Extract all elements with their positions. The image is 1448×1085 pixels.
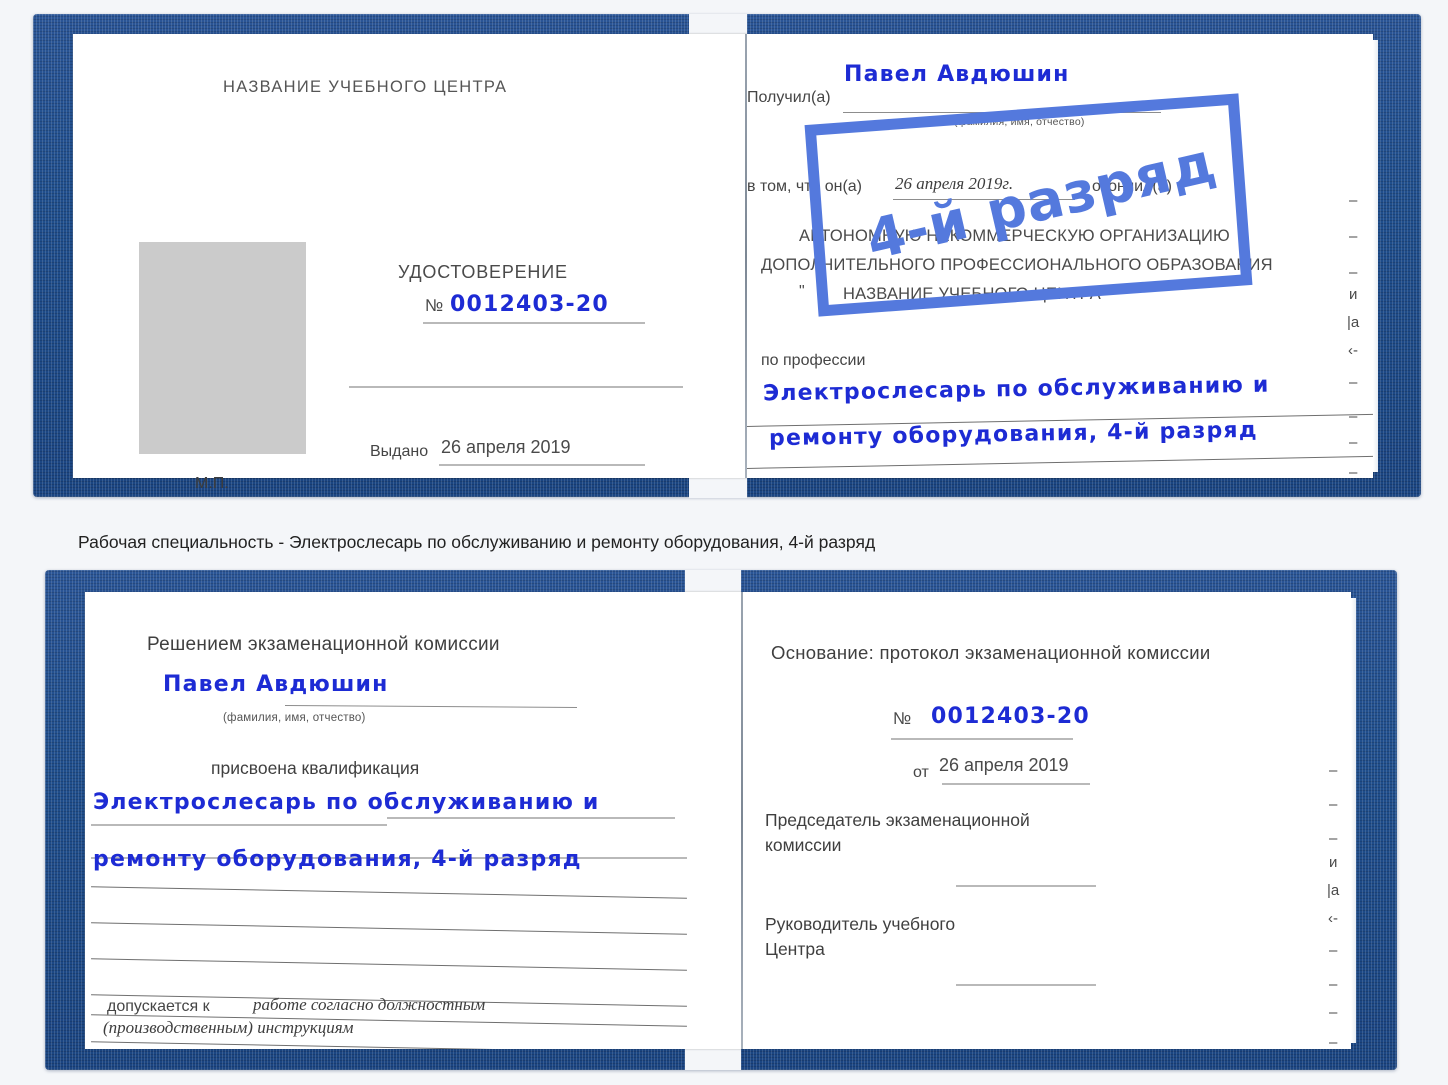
edge-fragment: – bbox=[1349, 228, 1358, 245]
edge-fragment: – bbox=[1329, 762, 1338, 779]
certificate-bottom: Решением экзаменационной комиссии Павел … bbox=[45, 570, 1397, 1070]
edge-fragment: – bbox=[1349, 374, 1358, 391]
org-quote-open: " bbox=[799, 283, 805, 300]
finish-date-rule bbox=[893, 199, 1075, 200]
student-name-rule bbox=[285, 704, 577, 709]
udostoverenie-title: УДОСТОВЕРЕНИЕ bbox=[398, 262, 568, 282]
blank-rule-2 bbox=[91, 922, 687, 935]
bottom-right-page: Основание: протокол экзаменационной коми… bbox=[743, 592, 1351, 1049]
blank-rule-1 bbox=[91, 886, 687, 899]
admitted-rule-2 bbox=[91, 1041, 687, 1049]
image-caption: Рабочая специальность - Электрослесарь п… bbox=[78, 532, 876, 552]
chairman-signature-rule bbox=[956, 885, 1096, 887]
org-line-1: АВТОНОМНУЮ НЕКОММЕРЧЕСКУЮ ОРГАНИЗАЦИЮ bbox=[799, 227, 1230, 245]
org-quote-close: " bbox=[1181, 283, 1187, 300]
finish-date-value: 26 апреля 2019г. bbox=[895, 174, 1014, 193]
issued-label: Выдано bbox=[370, 443, 429, 460]
spine-notch-top bbox=[689, 14, 747, 36]
edge-fragment: и bbox=[1329, 854, 1338, 871]
certificate-pages-bottom: Решением экзаменационной комиссии Павел … bbox=[85, 592, 1356, 1051]
edge-fragment: – bbox=[1349, 192, 1358, 209]
protocol-number-value: 0012403-20 bbox=[931, 704, 1090, 729]
edge-fragment: – bbox=[1349, 408, 1358, 425]
profession-label: по профессии bbox=[761, 352, 866, 369]
fio-hint-top: (фамилия, имя, отчество) bbox=[954, 116, 1085, 128]
edge-fragment: – bbox=[1329, 830, 1338, 847]
qualification-line-1: Электрослесарь по обслуживанию и bbox=[93, 790, 600, 815]
protocol-number-label: № bbox=[893, 709, 912, 728]
director-line-2: Центра bbox=[765, 939, 825, 959]
edge-fragment: – bbox=[1329, 1034, 1338, 1051]
in-that-label: в том, что он(а) bbox=[747, 178, 862, 195]
profession-line-2: ремонту оборудования, 4-й разряд bbox=[768, 417, 1258, 452]
director-line-1: Руководитель учебного bbox=[765, 914, 956, 934]
edge-fragment: |а bbox=[1327, 882, 1340, 899]
top-left-page: НАЗВАНИЕ УЧЕБНОГО ЦЕНТРА УДОСТОВЕРЕНИЕ №… bbox=[73, 34, 745, 492]
edge-fragment: – bbox=[1329, 976, 1338, 993]
seal-place-label: М.П. bbox=[195, 475, 229, 492]
received-value: Павел Авдюшин bbox=[844, 62, 1070, 87]
issued-value: 26 апреля 2019 bbox=[441, 437, 571, 457]
edge-fragment: – bbox=[1349, 264, 1358, 281]
certificate-top: НАЗВАНИЕ УЧЕБНОГО ЦЕНТРА УДОСТОВЕРЕНИЕ №… bbox=[33, 14, 1421, 498]
certificate-number-label: № bbox=[425, 296, 444, 315]
qualification-rule-1 bbox=[91, 824, 387, 826]
fio-hint-bottom: (фамилия, имя, отчество) bbox=[223, 712, 366, 724]
edge-fragment: – bbox=[1329, 942, 1338, 959]
chairman-line-1: Председатель экзаменационной bbox=[765, 810, 1030, 830]
profession-line-1: Электрослесарь по обслуживанию и bbox=[762, 372, 1270, 407]
edge-fragment: |а bbox=[1347, 314, 1360, 331]
spine-notch-bottom-bottom bbox=[685, 1048, 741, 1070]
protocol-from-rule bbox=[942, 783, 1090, 785]
bottom-edge-fragment-column: – – – и |а ‹- – – – – bbox=[1325, 592, 1351, 1051]
org-line-3: НАЗВАНИЕ УЧЕБНОГО ЦЕНТРА bbox=[843, 285, 1101, 303]
qualification-label: присвоена квалификация bbox=[211, 758, 420, 778]
profession-rule-2 bbox=[747, 455, 1373, 470]
blank-rule-left bbox=[349, 386, 683, 388]
spine-notch-bottom bbox=[689, 476, 747, 498]
photo-placeholder bbox=[139, 242, 306, 454]
issued-rule bbox=[439, 464, 645, 466]
admitted-line-1: работе согласно должностным bbox=[253, 995, 486, 1014]
edge-fragment: – bbox=[1349, 434, 1358, 451]
certificate-pages-top: НАЗВАНИЕ УЧЕБНОГО ЦЕНТРА УДОСТОВЕРЕНИЕ №… bbox=[73, 34, 1378, 492]
certificate-number-rule bbox=[423, 322, 645, 324]
finished-label: окончил(а) bbox=[1092, 178, 1172, 195]
edge-fragment: – bbox=[1349, 464, 1358, 481]
protocol-from-label: от bbox=[913, 764, 929, 781]
edge-fragment: и bbox=[1349, 286, 1358, 303]
received-rule bbox=[843, 112, 1161, 113]
basis-label: Основание: протокол экзаменационной коми… bbox=[771, 642, 1211, 663]
protocol-from-value: 26 апреля 2019 bbox=[939, 755, 1069, 775]
edge-fragment: ‹- bbox=[1348, 342, 1358, 359]
certificate-number-value: 0012403-20 bbox=[450, 292, 609, 317]
chairman-line-2: комиссии bbox=[765, 835, 842, 855]
admitted-line-2: (производственным) инструкциям bbox=[103, 1018, 354, 1037]
qualification-rule-1b bbox=[387, 817, 675, 819]
edge-fragment: – bbox=[1329, 1004, 1338, 1021]
spine-notch-bottom-top bbox=[685, 570, 741, 592]
qualification-line-2: ремонту оборудования, 4-й разряд bbox=[93, 847, 582, 872]
training-center-heading: НАЗВАНИЕ УЧЕБНОГО ЦЕНТРА bbox=[223, 78, 508, 96]
director-signature-rule bbox=[956, 984, 1096, 986]
edge-fragment: ‹- bbox=[1328, 910, 1338, 927]
top-right-page: Получил(а) Павел Авдюшин (фамилия, имя, … bbox=[747, 34, 1373, 478]
edge-dash-top: – bbox=[1189, 95, 1198, 112]
student-name-value: Павел Авдюшин bbox=[163, 672, 389, 697]
edge-fragment: – bbox=[1329, 796, 1338, 813]
top-edge-fragment-column: – – – и |а ‹- – – – – bbox=[1345, 34, 1373, 481]
org-line-2: ДОПОЛНИТЕЛЬНОГО ПРОФЕССИОНАЛЬНОГО ОБРАЗО… bbox=[761, 256, 1273, 274]
blank-rule-3 bbox=[91, 958, 687, 971]
protocol-number-rule bbox=[891, 738, 1073, 740]
admitted-label: допускается к bbox=[107, 998, 210, 1015]
bottom-left-page: Решением экзаменационной комиссии Павел … bbox=[85, 592, 741, 1049]
commission-decision-heading: Решением экзаменационной комиссии bbox=[147, 634, 500, 655]
received-label: Получил(а) bbox=[747, 89, 831, 106]
